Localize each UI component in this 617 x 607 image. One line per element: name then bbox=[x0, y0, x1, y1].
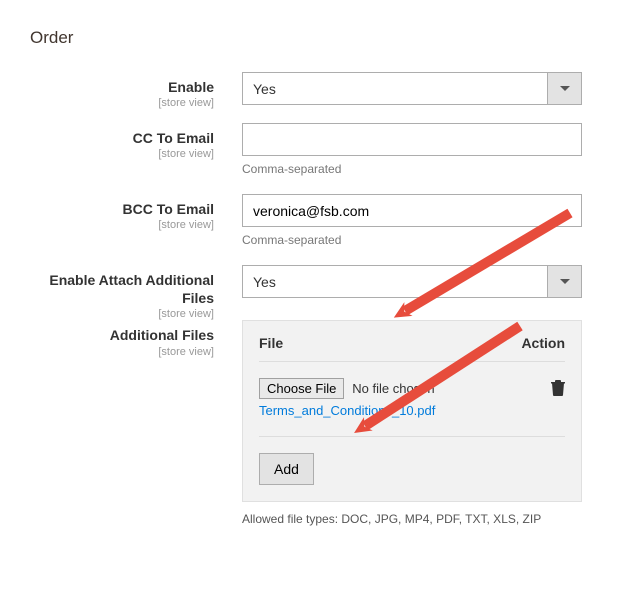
chevron-down-icon bbox=[560, 86, 570, 92]
add-file-button[interactable]: Add bbox=[259, 453, 314, 485]
select-enable-value: Yes bbox=[242, 72, 548, 105]
files-head-file: File bbox=[259, 335, 509, 351]
row-attach-enable: Enable Attach Additional Files [store vi… bbox=[30, 265, 587, 320]
scope-bcc: [store view] bbox=[30, 219, 214, 231]
scope-attach-enable: [store view] bbox=[30, 308, 214, 320]
select-attach-enable-caret[interactable] bbox=[548, 265, 582, 298]
delete-file-button[interactable] bbox=[551, 380, 565, 399]
files-head-action: Action bbox=[509, 335, 565, 351]
select-attach-enable-value: Yes bbox=[242, 265, 548, 298]
choose-file-button[interactable]: Choose File bbox=[259, 378, 344, 399]
input-cc[interactable] bbox=[242, 123, 582, 156]
select-attach-enable[interactable]: Yes bbox=[242, 265, 582, 298]
section-title: Order bbox=[30, 28, 587, 48]
input-bcc[interactable] bbox=[242, 194, 582, 227]
help-bcc: Comma-separated bbox=[242, 233, 587, 247]
scope-additional-files: [store view] bbox=[30, 346, 214, 358]
file-row: Choose File No file chosen Terms_and_Con… bbox=[259, 378, 565, 418]
scope-cc: [store view] bbox=[30, 148, 214, 160]
scope-enable: [store view] bbox=[30, 97, 214, 109]
select-enable[interactable]: Yes bbox=[242, 72, 582, 105]
label-enable: Enable bbox=[168, 79, 214, 95]
row-cc: CC To Email [store view] Comma-separated bbox=[30, 123, 587, 194]
help-cc: Comma-separated bbox=[242, 162, 587, 176]
no-file-label: No file chosen bbox=[352, 381, 434, 396]
allowed-types: Allowed file types: DOC, JPG, MP4, PDF, … bbox=[242, 512, 582, 526]
label-cc: CC To Email bbox=[133, 130, 214, 146]
row-enable: Enable [store view] Yes bbox=[30, 72, 587, 123]
row-bcc: BCC To Email [store view] Comma-separate… bbox=[30, 194, 587, 265]
trash-icon bbox=[551, 384, 565, 399]
row-additional-files: Additional Files [store view] File Actio… bbox=[30, 320, 587, 544]
label-attach-enable: Enable Attach Additional Files bbox=[49, 272, 214, 306]
existing-file-link[interactable]: Terms_and_Conditions_10.pdf bbox=[259, 403, 435, 418]
label-additional-files: Additional Files bbox=[110, 327, 214, 343]
select-enable-caret[interactable] bbox=[548, 72, 582, 105]
files-panel: File Action Choose File No file chosen T… bbox=[242, 320, 582, 502]
label-bcc: BCC To Email bbox=[122, 201, 214, 217]
chevron-down-icon bbox=[560, 279, 570, 285]
